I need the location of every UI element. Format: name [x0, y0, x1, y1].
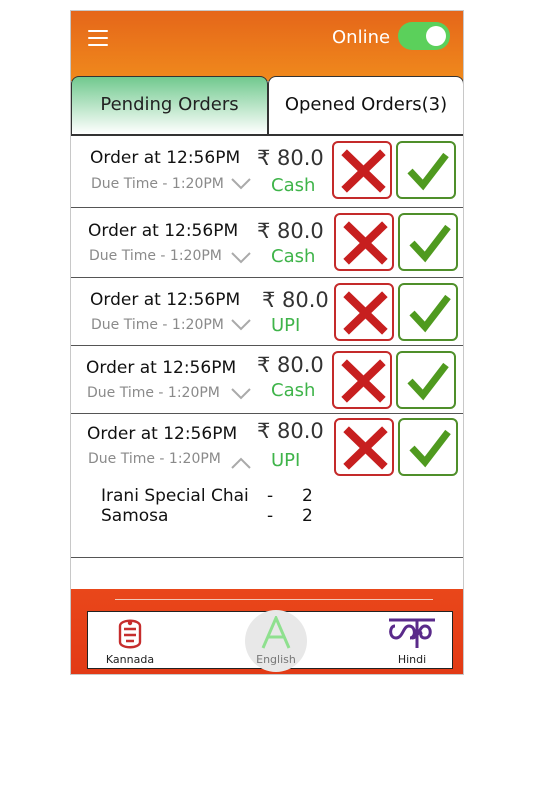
app-screen: Online Pending Orders Opened Orders(3) O… [70, 10, 464, 675]
accept-button[interactable] [398, 283, 458, 341]
reject-button[interactable] [334, 283, 394, 341]
order-title: Order at 12:56PM [86, 358, 237, 378]
reject-button[interactable] [334, 213, 394, 271]
language-kannada[interactable]: Kannada [100, 616, 160, 666]
check-icon [409, 429, 451, 468]
hindi-glyph-icon [389, 618, 435, 648]
order-item-name: Samosa [101, 506, 169, 526]
order-card-expanded[interactable]: Order at 12:56PM Due Time - 1:20PM ₹ 80.… [71, 414, 463, 558]
due-time: Due Time - 1:20PM [87, 385, 220, 401]
language-label: Kannada [105, 653, 155, 666]
payment-method: Cash [271, 380, 316, 401]
check-icon [407, 152, 449, 191]
due-time: Due Time - 1:20PM [91, 176, 224, 192]
app-header: Online [71, 11, 463, 81]
payment-method: UPI [271, 450, 301, 471]
list-spacer [71, 558, 463, 589]
chevron-down-icon[interactable] [231, 388, 251, 400]
chevron-down-icon[interactable] [231, 252, 251, 264]
order-price: ₹ 80.0 [257, 353, 324, 377]
due-time: Due Time - 1:20PM [91, 317, 224, 333]
close-icon [343, 426, 388, 470]
language-label: English [256, 653, 296, 666]
close-icon [343, 221, 388, 265]
order-item-qty: 2 [302, 506, 313, 526]
order-price: ₹ 80.0 [262, 288, 329, 312]
chevron-up-icon[interactable] [231, 457, 251, 469]
reject-button[interactable] [332, 141, 392, 199]
language-hindi[interactable]: Hindi [382, 616, 442, 666]
order-title: Order at 12:56PM [90, 290, 241, 310]
order-item-separator: - [267, 486, 274, 506]
check-icon [407, 362, 449, 401]
language-english[interactable]: English [246, 614, 306, 666]
check-icon [409, 294, 451, 333]
accept-button[interactable] [398, 213, 458, 271]
order-card[interactable]: Order at 12:56PM Due Time - 1:20PM ₹ 80.… [71, 136, 463, 208]
check-icon [409, 224, 451, 263]
chevron-down-icon[interactable] [231, 319, 251, 331]
footer-divider [115, 599, 433, 600]
language-selector: Kannada English Hindi [87, 610, 453, 672]
online-label: Online [332, 27, 391, 48]
chevron-down-icon[interactable] [231, 178, 251, 190]
close-icon [341, 359, 386, 403]
toggle-knob [426, 26, 446, 46]
accept-button[interactable] [398, 418, 458, 476]
order-price: ₹ 80.0 [257, 219, 324, 243]
close-icon [343, 291, 388, 335]
order-title: Order at 12:56PM [88, 221, 239, 241]
accept-button[interactable] [396, 351, 456, 409]
order-price: ₹ 80.0 [257, 146, 324, 170]
language-footer: Kannada English Hindi [71, 589, 463, 674]
order-item-separator: - [267, 506, 274, 526]
order-item-qty: 2 [302, 486, 313, 506]
order-title: Order at 12:56PM [87, 424, 238, 444]
reject-button[interactable] [332, 351, 392, 409]
order-title: Order at 12:56PM [90, 148, 241, 168]
due-time: Due Time - 1:20PM [89, 248, 222, 264]
tab-pending-orders[interactable]: Pending Orders [71, 76, 268, 134]
payment-method: Cash [271, 175, 316, 196]
order-item-name: Irani Special Chai [101, 486, 249, 506]
menu-icon[interactable] [88, 30, 108, 46]
due-time: Due Time - 1:20PM [88, 451, 221, 467]
payment-method: Cash [271, 246, 316, 267]
tab-opened-orders[interactable]: Opened Orders(3) [268, 76, 463, 134]
language-label: Hindi [397, 653, 427, 666]
kannada-glyph-icon [118, 619, 142, 649]
close-icon [341, 149, 386, 193]
order-card[interactable]: Order at 12:56PM Due Time - 1:20PM ₹ 80.… [71, 346, 463, 414]
order-card[interactable]: Order at 12:56PM Due Time - 1:20PM ₹ 80.… [71, 278, 463, 346]
order-card[interactable]: Order at 12:56PM Due Time - 1:20PM ₹ 80.… [71, 208, 463, 278]
payment-method: UPI [271, 315, 301, 336]
letter-a-icon [261, 614, 291, 649]
accept-button[interactable] [396, 141, 456, 199]
order-price: ₹ 80.0 [257, 419, 324, 443]
reject-button[interactable] [334, 418, 394, 476]
online-toggle[interactable] [398, 22, 450, 50]
